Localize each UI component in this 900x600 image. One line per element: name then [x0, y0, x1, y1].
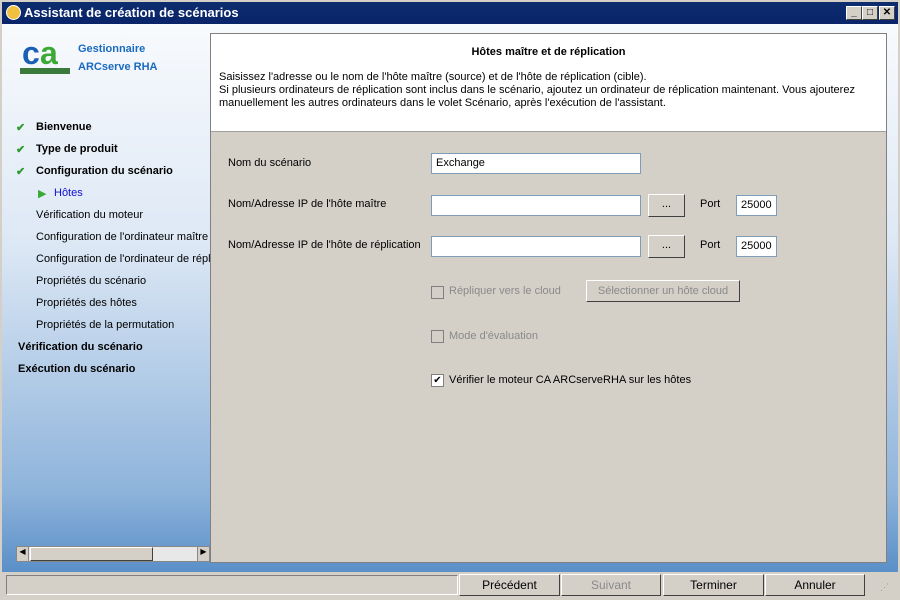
check-icon: ✔: [16, 122, 26, 134]
step-item: Propriétés du scénario: [36, 275, 146, 287]
content-panel: Hôtes maître et de réplication Saisissez…: [210, 33, 887, 563]
maximize-button[interactable]: □: [862, 6, 878, 20]
step-item: Vérification du moteur: [36, 209, 143, 221]
replica-host-input[interactable]: [431, 236, 641, 257]
master-browse-button[interactable]: ...: [648, 194, 685, 217]
scroll-left-icon[interactable]: ◀: [17, 547, 29, 561]
close-button[interactable]: ✕: [879, 6, 895, 20]
step-item: ✔ Bienvenue: [16, 121, 92, 134]
cloud-checkbox[interactable]: [431, 286, 444, 299]
step-item: Configuration de l'ordinateur de répl: [36, 253, 211, 265]
resize-grip-icon[interactable]: ⋰: [880, 582, 889, 593]
cancel-button[interactable]: Annuler: [765, 574, 865, 596]
step-label: Configuration de l'ordinateur maître: [36, 231, 209, 243]
evaluation-label: Mode d'évaluation: [449, 330, 538, 342]
step-item: Exécution du scénario: [18, 363, 135, 375]
brand-line1: Gestionnaire: [78, 43, 146, 55]
verify-engine-label: Vérifier le moteur CA ARCserveRHA sur le…: [449, 374, 692, 386]
replica-port-input[interactable]: 25000: [736, 236, 777, 257]
ca-logo: c a: [20, 36, 70, 74]
evaluation-checkbox[interactable]: [431, 330, 444, 343]
wizard-body: c a Gestionnaire ARCserve RHA ✔ Bienvenue…: [2, 24, 898, 572]
verify-engine-checkbox[interactable]: ✔: [431, 374, 444, 387]
step-item: Propriétés de la permutation: [36, 319, 174, 331]
step-label: Propriétés du scénario: [36, 275, 147, 287]
step-item: Configuration de l'ordinateur maître: [36, 231, 208, 243]
step-item: Propriétés des hôtes: [36, 297, 137, 309]
step-item: Vérification du scénario: [18, 341, 143, 353]
step-label: Propriétés de la permutation: [36, 319, 175, 331]
step-label: Configuration du scénario: [36, 165, 173, 177]
step-label: Exécution du scénario: [18, 363, 136, 375]
window-title: Assistant de création de scénarios: [24, 5, 239, 20]
step-label: Propriétés des hôtes: [36, 297, 137, 309]
step-label: Configuration de l'ordinateur de répl: [36, 253, 211, 265]
replica-host-label: Nom/Adresse IP de l'hôte de réplication: [228, 239, 421, 251]
brand-line2: ARCserve RHA: [78, 61, 158, 73]
page-header: Hôtes maître et de réplication Saisissez…: [211, 34, 886, 132]
master-host-label: Nom/Adresse IP de l'hôte maître: [228, 198, 387, 210]
step-label: Vérification du scénario: [18, 341, 143, 353]
master-port-input[interactable]: 25000: [736, 195, 777, 216]
step-label: Hôtes: [54, 187, 83, 199]
title-bar: Assistant de création de scénarios _ □ ✕: [0, 0, 900, 24]
current-step-icon: ▶: [38, 188, 47, 200]
page-description: Saisissez l'adresse ou le nom de l'hôte …: [219, 71, 855, 109]
step-label: Bienvenue: [36, 121, 92, 133]
master-port-label: Port: [700, 198, 721, 210]
horizontal-scrollbar[interactable]: ◀ ▶: [16, 546, 210, 562]
next-button[interactable]: Suivant: [561, 574, 661, 596]
scenario-name-input[interactable]: Exchange: [431, 153, 641, 174]
replica-browse-button[interactable]: ...: [648, 235, 685, 258]
master-host-input[interactable]: [431, 195, 641, 216]
page-title: Hôtes maître et de réplication: [471, 46, 626, 58]
cloud-label: Répliquer vers le cloud: [449, 285, 561, 297]
previous-label: Précédent: [482, 578, 537, 592]
scenario-name-label: Nom du scénario: [228, 157, 312, 169]
scroll-right-icon[interactable]: ▶: [197, 547, 209, 561]
svg-text:c: c: [22, 36, 40, 71]
step-label: Vérification du moteur: [36, 209, 143, 221]
finish-button[interactable]: Terminer: [663, 574, 764, 596]
steps-panel: c a Gestionnaire ARCserve RHA ✔ Bienvenue…: [4, 26, 211, 562]
step-label: Type de produit: [36, 143, 118, 155]
svg-text:a: a: [40, 36, 58, 71]
status-bar: [6, 575, 458, 595]
step-item: ✔ Type de produit: [16, 143, 118, 156]
step-item: ▶ Hôtes: [38, 187, 83, 200]
select-cloud-host-button[interactable]: Sélectionner un hôte cloud: [586, 280, 740, 302]
app-icon: [6, 5, 21, 20]
minimize-button[interactable]: _: [846, 6, 862, 20]
check-icon: ✔: [16, 166, 26, 178]
previous-button[interactable]: Précédent: [459, 574, 560, 596]
check-icon: ✔: [16, 144, 26, 156]
replica-port-label: Port: [700, 239, 721, 251]
step-item: ✔ Configuration du scénario: [16, 165, 173, 178]
scroll-thumb[interactable]: [30, 547, 153, 561]
